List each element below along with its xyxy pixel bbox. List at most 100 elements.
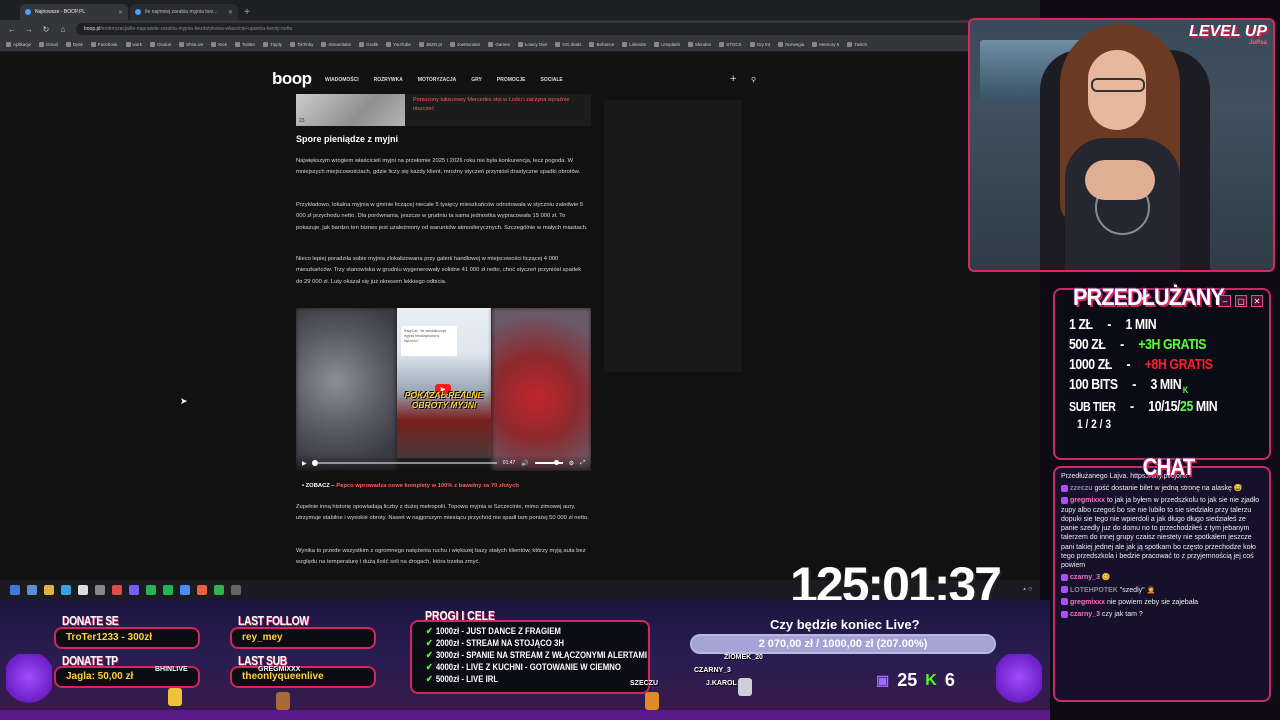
folder-icon[interactable] [44, 585, 54, 595]
fullscreen-icon[interactable]: ⤢ [580, 460, 585, 467]
browser-tab-boop[interactable]: Najnowsze - BOOP.PL ✕ [20, 4, 128, 20]
bookmark-item[interactable]: Oculus [150, 42, 171, 47]
bookmark-item[interactable]: Streamlabs [321, 42, 351, 47]
chat-username[interactable]: gregmixxx [1070, 497, 1105, 504]
site-logo[interactable]: boop [272, 69, 312, 89]
bookmark-item[interactable]: GG.deals [555, 42, 581, 47]
nav-item-wiadomosci[interactable]: WIADOMOŚCI [325, 77, 359, 83]
close-tab-icon[interactable]: ✕ [118, 9, 123, 16]
extension-amount: 1 ZŁ [1069, 316, 1093, 333]
see-also-link[interactable]: Pepco wprowadza nowe komplety w 100% z b… [336, 483, 519, 489]
bookmark-item[interactable]: Aplikacje [6, 42, 31, 47]
search-icon[interactable]: ⚲ [751, 76, 756, 84]
windows-start-icon[interactable] [10, 585, 20, 595]
video-time: 01:47 [502, 460, 516, 466]
bookmark-item[interactable]: work [125, 42, 142, 47]
bookmark-item[interactable]: Twitch [847, 42, 867, 47]
related-article-link[interactable]: Porzucony luksusowy Mercedes stoi w Łodz… [405, 94, 591, 126]
pixel-character-sprite [645, 692, 659, 710]
address-bar[interactable]: boop.pl/motoryzacja/ile-naprawde-zarabia… [76, 23, 972, 35]
taskbar-app-icon[interactable] [197, 585, 207, 595]
chat-username[interactable]: gregmixxx [1070, 599, 1105, 606]
nav-item-sociale[interactable]: SOCIALE [541, 77, 563, 83]
bookmark-item[interactable]: Dysk [65, 42, 83, 47]
chat-badge-icon [1061, 598, 1068, 606]
bookmark-favicon-icon [90, 42, 96, 47]
bookmark-item[interactable]: YouTube [386, 42, 411, 47]
video-player[interactable]: KaspCat · Ile zarobiła moja myjnia bezdo… [296, 308, 591, 471]
bookmark-item[interactable]: Kick [211, 42, 227, 47]
chat-badge-icon [1061, 497, 1068, 505]
bookmark-item[interactable]: Memory 5 [812, 42, 839, 47]
bookmark-item[interactable]: STOCK [719, 42, 742, 47]
system-tray-icon[interactable]: ▲ ◷ [1022, 586, 1032, 592]
taskbar-app-icon[interactable] [95, 585, 105, 595]
chat-username[interactable]: czarny_3 [1070, 574, 1100, 581]
bookmark-item[interactable]: LinkedIn [622, 42, 646, 47]
chrome-icon[interactable] [180, 585, 190, 595]
bookmark-item[interactable]: JoeMonster [449, 42, 481, 47]
forward-arrow-icon[interactable]: → [25, 25, 33, 34]
play-icon[interactable]: ▶ [302, 460, 307, 467]
bookmark-item[interactable]: Grafik [359, 42, 378, 47]
nav-item-rozrywka[interactable]: ROZRYWKA [374, 77, 403, 83]
taskbar-app-icon[interactable] [61, 585, 71, 595]
bookmark-favicon-icon [39, 42, 45, 47]
bookmark-item[interactable]: Tipply [263, 42, 282, 47]
volume-icon[interactable]: 🔊 [521, 460, 528, 467]
spotify-icon[interactable] [163, 585, 173, 595]
bookmark-item[interactable]: TikTinky [289, 42, 313, 47]
reload-icon[interactable]: ↻ [42, 25, 50, 34]
bookmark-item[interactable]: Games [488, 42, 510, 47]
chat-username[interactable]: LOTEHPOTEK [1070, 587, 1118, 594]
nav-item-motoryzacja[interactable]: MOTORYZACJA [418, 77, 456, 83]
taskbar-app-icon[interactable] [78, 585, 88, 595]
bookmark-item[interactable]: Skinden [687, 42, 711, 47]
back-arrow-icon[interactable]: ← [8, 25, 16, 34]
nav-item-gry[interactable]: GRY [471, 77, 482, 83]
bookmark-item[interactable]: Behance [589, 42, 614, 47]
home-icon[interactable]: ⌂ [59, 25, 67, 34]
bookmark-favicon-icon [488, 42, 494, 47]
game-player-name: ZIOMEK_20 [724, 654, 763, 661]
level-up-logo: LEVEL UP JuRsa [1189, 24, 1267, 47]
taskbar-app-icon[interactable] [231, 585, 241, 595]
bookmark-favicon-icon [719, 42, 725, 47]
bookmark-item[interactable]: JBZD.pl [418, 42, 442, 47]
new-tab-icon[interactable]: + [240, 5, 254, 19]
extension-amount: 500 ZŁ [1069, 336, 1106, 353]
bookmark-item[interactable]: Unsplash [654, 42, 680, 47]
bookmark-label: Unsplash [661, 42, 680, 47]
chat-username[interactable]: czarny_3 [1070, 611, 1100, 618]
nav-item-promocje[interactable]: PROMOCJE [497, 77, 526, 83]
donate-tp-value: Jagla: 50,00 zł [66, 671, 134, 682]
kick-viewer-count: 6 [944, 670, 955, 690]
settings-gear-icon[interactable]: ⚙ [569, 460, 574, 467]
bookmark-item[interactable]: Gmail [39, 42, 58, 47]
bookmark-label: Memory 5 [819, 42, 840, 47]
bookmark-favicon-icon [386, 42, 392, 47]
bookmark-item[interactable]: Facebook [90, 42, 118, 47]
close-tab-icon[interactable]: ✕ [228, 9, 233, 16]
bookmark-item[interactable]: Norwegia [778, 42, 804, 47]
bookmark-item[interactable]: Twitter [234, 42, 255, 47]
bookmark-label: JoeMonster [456, 42, 481, 47]
excel-icon[interactable] [214, 585, 224, 595]
bookmark-label: LinkedIn [629, 42, 647, 47]
taskbar-app-icon[interactable] [112, 585, 122, 595]
taskbar-app-icon[interactable] [129, 585, 139, 595]
taskbar-app-icon[interactable] [27, 585, 37, 595]
bookmark-item[interactable]: Łowcy Gier [517, 42, 547, 47]
volume-slider[interactable] [534, 460, 563, 465]
bookmark-item[interactable]: Gry tnt [749, 42, 770, 47]
taskbar-app-icon[interactable] [146, 585, 156, 595]
bookmark-favicon-icon [778, 42, 784, 47]
related-article-card[interactable]: 23 Porzucony luksusowy Mercedes stoi w Ł… [296, 94, 592, 126]
plus-icon[interactable]: + [730, 73, 736, 85]
video-progress-bar[interactable] [311, 460, 497, 466]
pixel-tree-icon [996, 654, 1042, 712]
game-player-name: BHINLIVE [155, 666, 188, 673]
chat-username[interactable]: zzeczu [1070, 485, 1093, 492]
bookmark-item[interactable]: ShinLive [179, 42, 203, 47]
browser-tab-article[interactable]: Ile najmniej zarabia myjnia bez... ✕ [130, 4, 238, 20]
